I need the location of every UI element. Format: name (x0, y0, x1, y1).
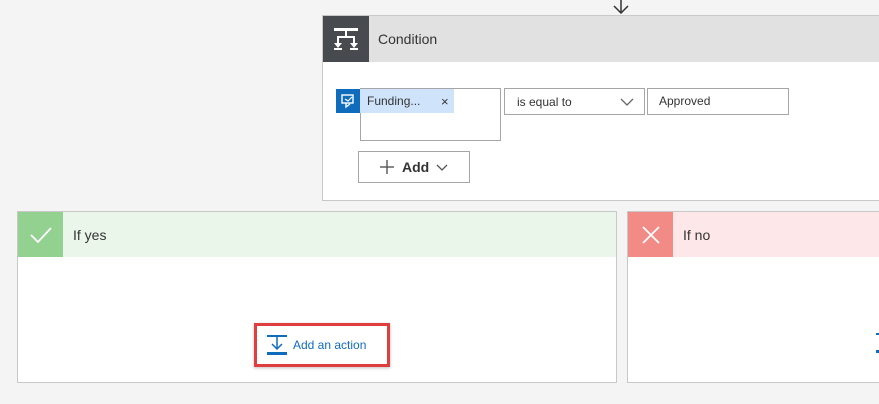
add-an-action-label: Add an action (293, 338, 367, 352)
operator-selected-value: is equal to (517, 94, 572, 109)
token-label: Funding... (367, 94, 421, 108)
chevron-down-icon (436, 164, 448, 171)
condition-card[interactable]: Condition Funding... × is equal to Appro… (322, 15, 879, 201)
value-input[interactable]: Approved (647, 88, 789, 115)
dynamic-content-token[interactable]: Funding... × (336, 89, 454, 113)
x-icon (628, 212, 673, 257)
if-no-header[interactable]: If no (628, 212, 879, 257)
condition-title: Condition (378, 31, 438, 47)
add-action-icon (266, 334, 288, 356)
condition-icon (323, 16, 369, 62)
token-remove-button[interactable]: × (441, 94, 449, 109)
add-condition-button[interactable]: Add (358, 151, 470, 183)
add-an-action-button[interactable]: Add an action (254, 323, 390, 367)
if-yes-branch[interactable]: If yes Add an action (17, 211, 617, 383)
if-no-title: If no (683, 227, 711, 243)
chevron-down-icon (620, 98, 634, 106)
check-icon (18, 212, 63, 257)
plus-icon (379, 159, 395, 175)
sharepoint-icon (336, 89, 360, 113)
connector-arrow-icon (613, 0, 629, 14)
if-no-branch[interactable]: If no (627, 211, 879, 383)
if-yes-header[interactable]: If yes (18, 212, 616, 257)
if-yes-title: If yes (73, 227, 107, 243)
operator-dropdown[interactable]: is equal to (504, 88, 645, 115)
condition-header[interactable]: Condition (323, 16, 879, 62)
add-button-label: Add (402, 159, 430, 175)
